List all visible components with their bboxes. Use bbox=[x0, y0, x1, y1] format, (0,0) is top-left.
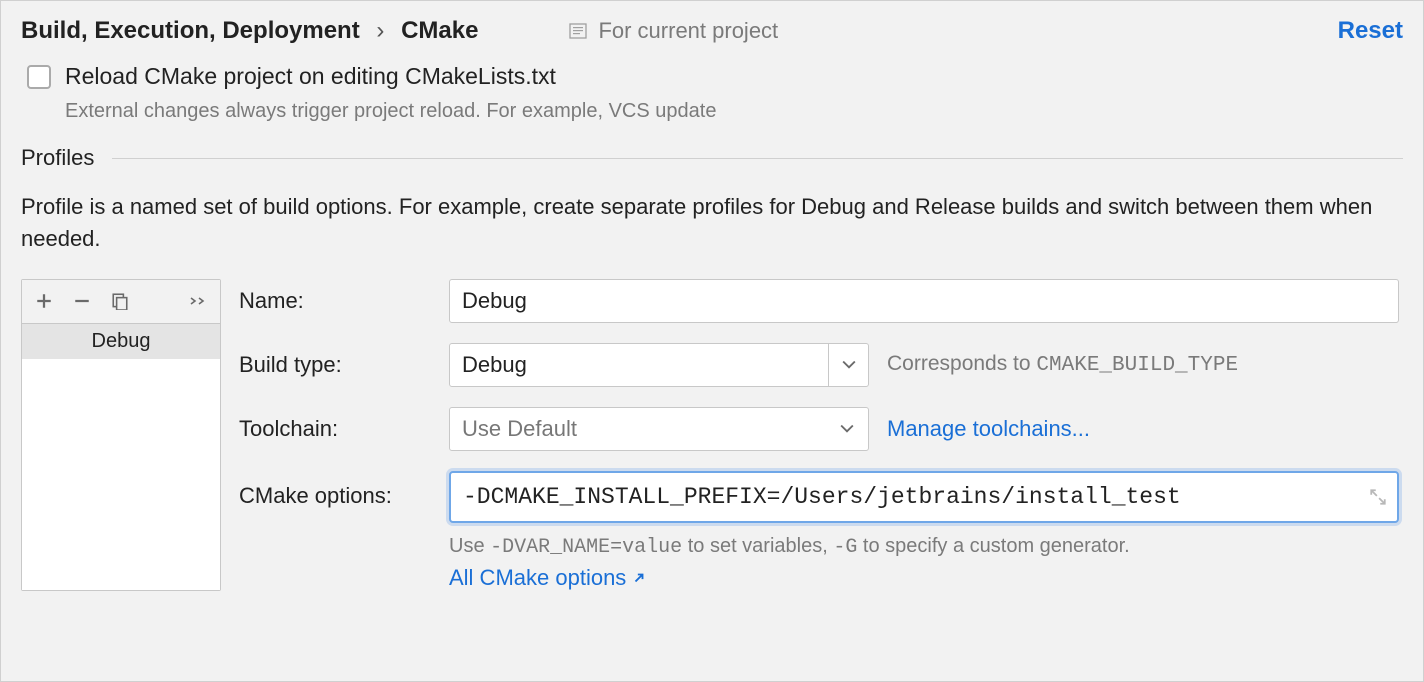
breadcrumb-separator: › bbox=[376, 17, 384, 44]
add-profile-button[interactable] bbox=[32, 289, 56, 313]
profiles-list: Debug bbox=[22, 324, 220, 590]
divider-line bbox=[112, 158, 1403, 159]
copy-profile-button[interactable] bbox=[108, 289, 132, 313]
dropdown-caret-icon bbox=[840, 424, 854, 434]
expand-field-icon[interactable] bbox=[1369, 488, 1387, 506]
reload-on-edit-label: Reload CMake project on editing CMakeLis… bbox=[65, 63, 556, 90]
build-type-select[interactable]: Debug bbox=[449, 343, 869, 387]
profiles-toolbar bbox=[22, 280, 220, 324]
scope-indicator: For current project bbox=[568, 18, 778, 44]
toolchain-select[interactable]: Use Default bbox=[449, 407, 869, 451]
toolchain-label: Toolchain: bbox=[239, 416, 449, 442]
dropdown-caret-icon bbox=[828, 344, 868, 386]
settings-header: Build, Execution, Deployment › CMake For… bbox=[21, 17, 1403, 45]
profiles-panel: Debug bbox=[21, 279, 221, 591]
profiles-title: Profiles bbox=[21, 145, 94, 171]
manage-toolchains-link[interactable]: Manage toolchains... bbox=[887, 416, 1090, 442]
cmake-options-value: -DCMAKE_INSTALL_PREFIX=/Users/jetbrains/… bbox=[463, 484, 1181, 510]
reload-on-edit-checkbox[interactable] bbox=[27, 65, 51, 89]
breadcrumb: Build, Execution, Deployment › CMake bbox=[21, 17, 478, 45]
profiles-description: Profile is a named set of build options.… bbox=[21, 191, 1403, 255]
cmake-options-label: CMake options: bbox=[239, 471, 449, 509]
breadcrumb-current: CMake bbox=[401, 17, 478, 44]
name-input[interactable] bbox=[449, 279, 1399, 323]
toolbar-overflow-button[interactable] bbox=[186, 289, 210, 313]
profile-item-debug[interactable]: Debug bbox=[22, 324, 220, 359]
remove-profile-button[interactable] bbox=[70, 289, 94, 313]
toolchain-value: Use Default bbox=[462, 416, 577, 442]
reload-on-edit-hint: External changes always trigger project … bbox=[65, 100, 1403, 123]
reset-button[interactable]: Reset bbox=[1338, 17, 1403, 45]
name-label: Name: bbox=[239, 288, 449, 314]
build-type-label: Build type: bbox=[239, 352, 449, 378]
profiles-section-header: Profiles bbox=[21, 145, 1403, 171]
all-cmake-options-link[interactable]: All CMake options bbox=[449, 565, 1399, 591]
cmake-options-input[interactable]: -DCMAKE_INSTALL_PREFIX=/Users/jetbrains/… bbox=[449, 471, 1399, 523]
external-link-icon bbox=[632, 571, 646, 585]
breadcrumb-parent: Build, Execution, Deployment bbox=[21, 17, 360, 44]
project-scope-icon bbox=[568, 21, 588, 41]
scope-label: For current project bbox=[598, 18, 778, 44]
cmake-options-hint: Use -DVAR_NAME=value to set variables, -… bbox=[449, 535, 1399, 559]
build-type-value: Debug bbox=[462, 352, 527, 378]
build-type-hint: Corresponds to CMAKE_BUILD_TYPE bbox=[887, 352, 1238, 377]
